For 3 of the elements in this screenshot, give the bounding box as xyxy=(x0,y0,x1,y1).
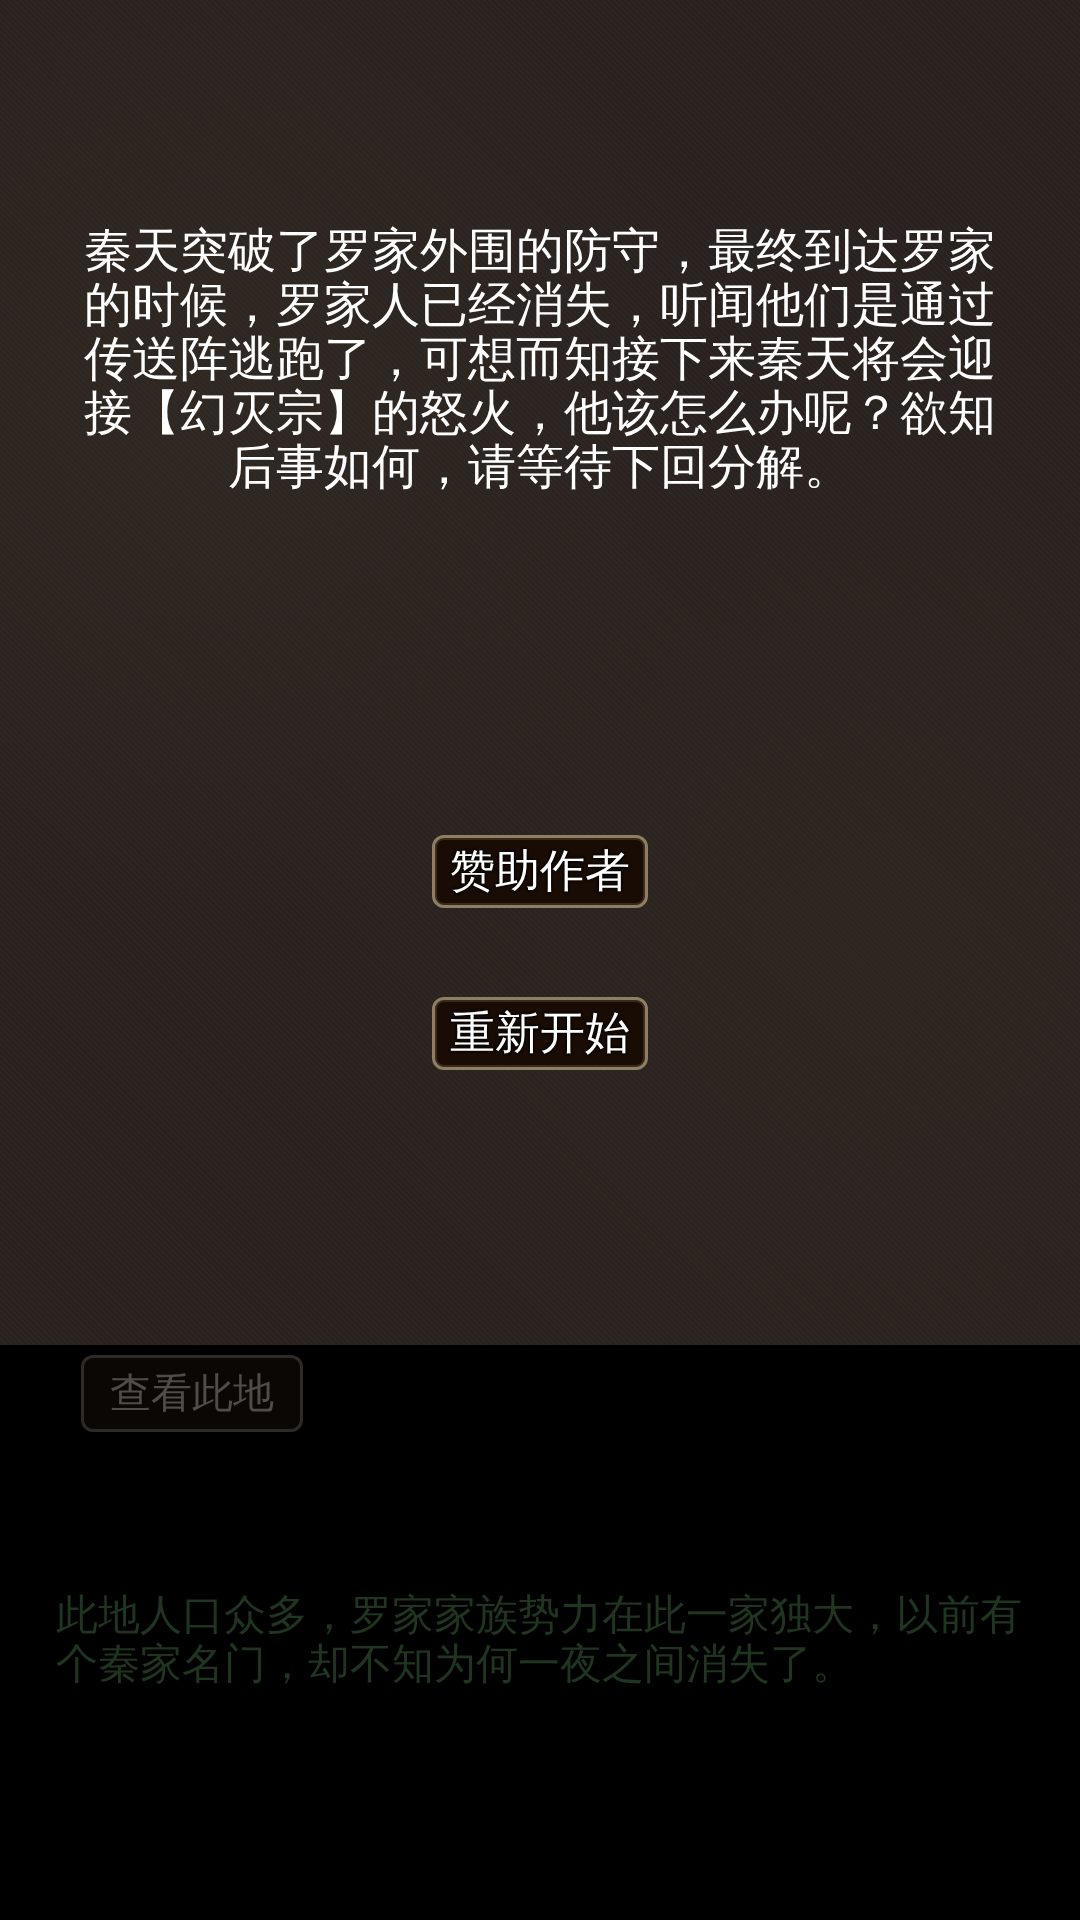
story-text: 秦天突破了罗家外围的防守，最终到达罗家的时候，罗家人已经消失，听闻他们是通过传送阵逃跑了，可想而知接下来秦天将会迎接【幻灭宗】的怒火，他该怎么办呢？欲知后事如何，请等待下回分解。 xyxy=(84,224,996,494)
restart-button[interactable]: 重新开始 xyxy=(432,997,648,1070)
sponsor-author-button[interactable]: 赞助作者 xyxy=(432,835,648,908)
